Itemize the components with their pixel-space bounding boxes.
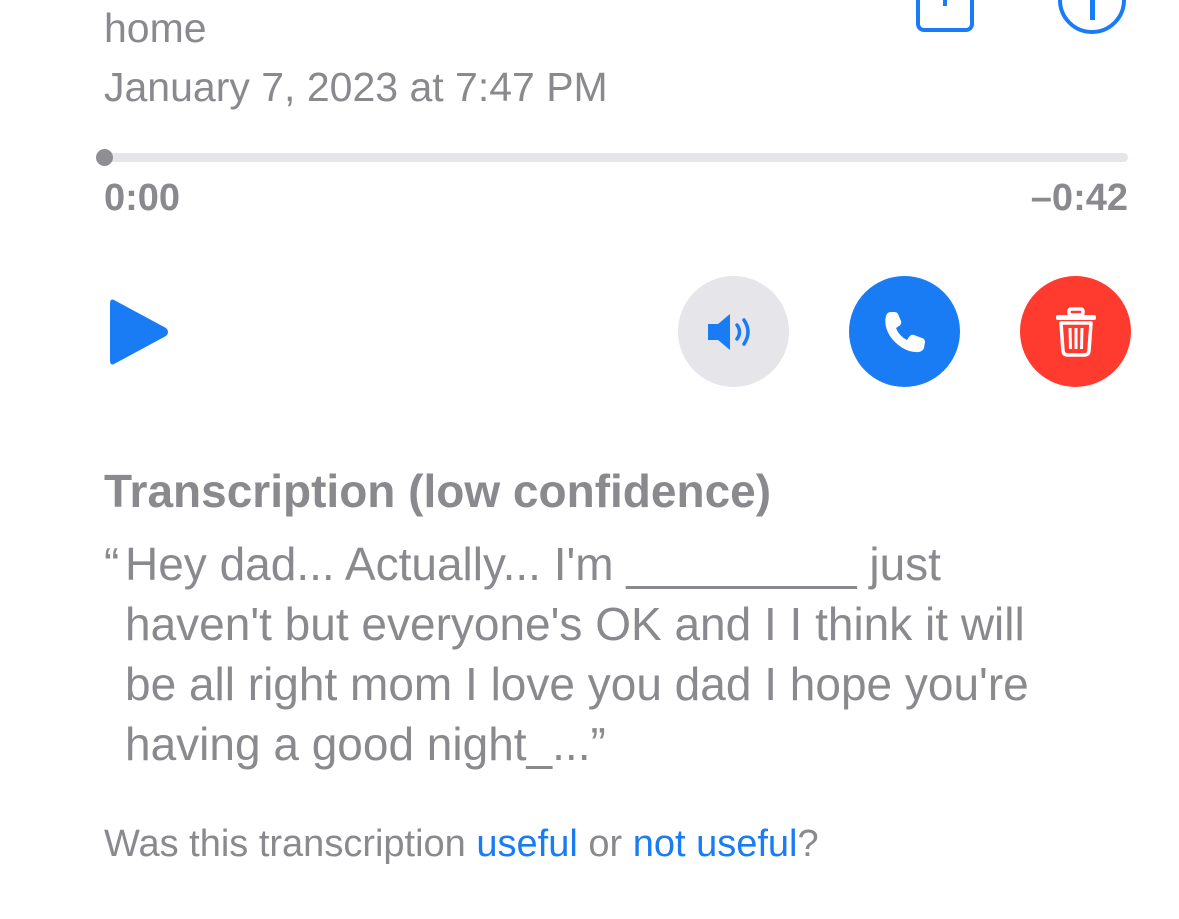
play-icon: [110, 299, 168, 365]
feedback-suffix: ?: [797, 823, 819, 865]
remaining-time: –0:42: [1030, 177, 1128, 219]
not-useful-link[interactable]: not useful: [633, 823, 798, 865]
elapsed-time: 0:00: [104, 177, 181, 219]
transcription-line: Hey dad... Actually... I'm _________ jus…: [125, 538, 941, 590]
playback-scrubber[interactable]: [104, 153, 1128, 162]
feedback-prefix: Was this transcription: [104, 823, 477, 865]
transcription-open-quote: “: [104, 538, 120, 590]
feedback-middle: or: [577, 823, 633, 865]
voicemail-datetime: January 7, 2023 at 7:47 PM: [104, 64, 608, 110]
phone-icon: [884, 311, 925, 352]
delete-button[interactable]: [1020, 276, 1131, 387]
trash-icon: [1055, 306, 1096, 357]
speaker-icon: [707, 313, 750, 350]
transcription-line: be all right mom I love you dad I hope y…: [125, 658, 1029, 710]
transcription-text: Hey dad... Actually... I'm _________ jus…: [125, 534, 1145, 774]
speaker-button[interactable]: [678, 276, 789, 387]
voicemail-label: home: [104, 5, 207, 51]
transcription-line: haven't but everyone's OK and I I think …: [125, 598, 1025, 650]
transcription-feedback: Was this transcription useful or not use…: [104, 822, 819, 866]
playback-scrubber-handle[interactable]: [96, 149, 113, 166]
call-back-button[interactable]: [849, 276, 960, 387]
info-icon[interactable]: [1058, 0, 1126, 34]
transcription-line: having a good night_...”: [125, 718, 606, 770]
useful-link[interactable]: useful: [476, 823, 577, 865]
play-button[interactable]: [108, 296, 172, 368]
transcription-heading: Transcription (low confidence): [104, 465, 772, 517]
share-icon[interactable]: [916, 0, 974, 32]
